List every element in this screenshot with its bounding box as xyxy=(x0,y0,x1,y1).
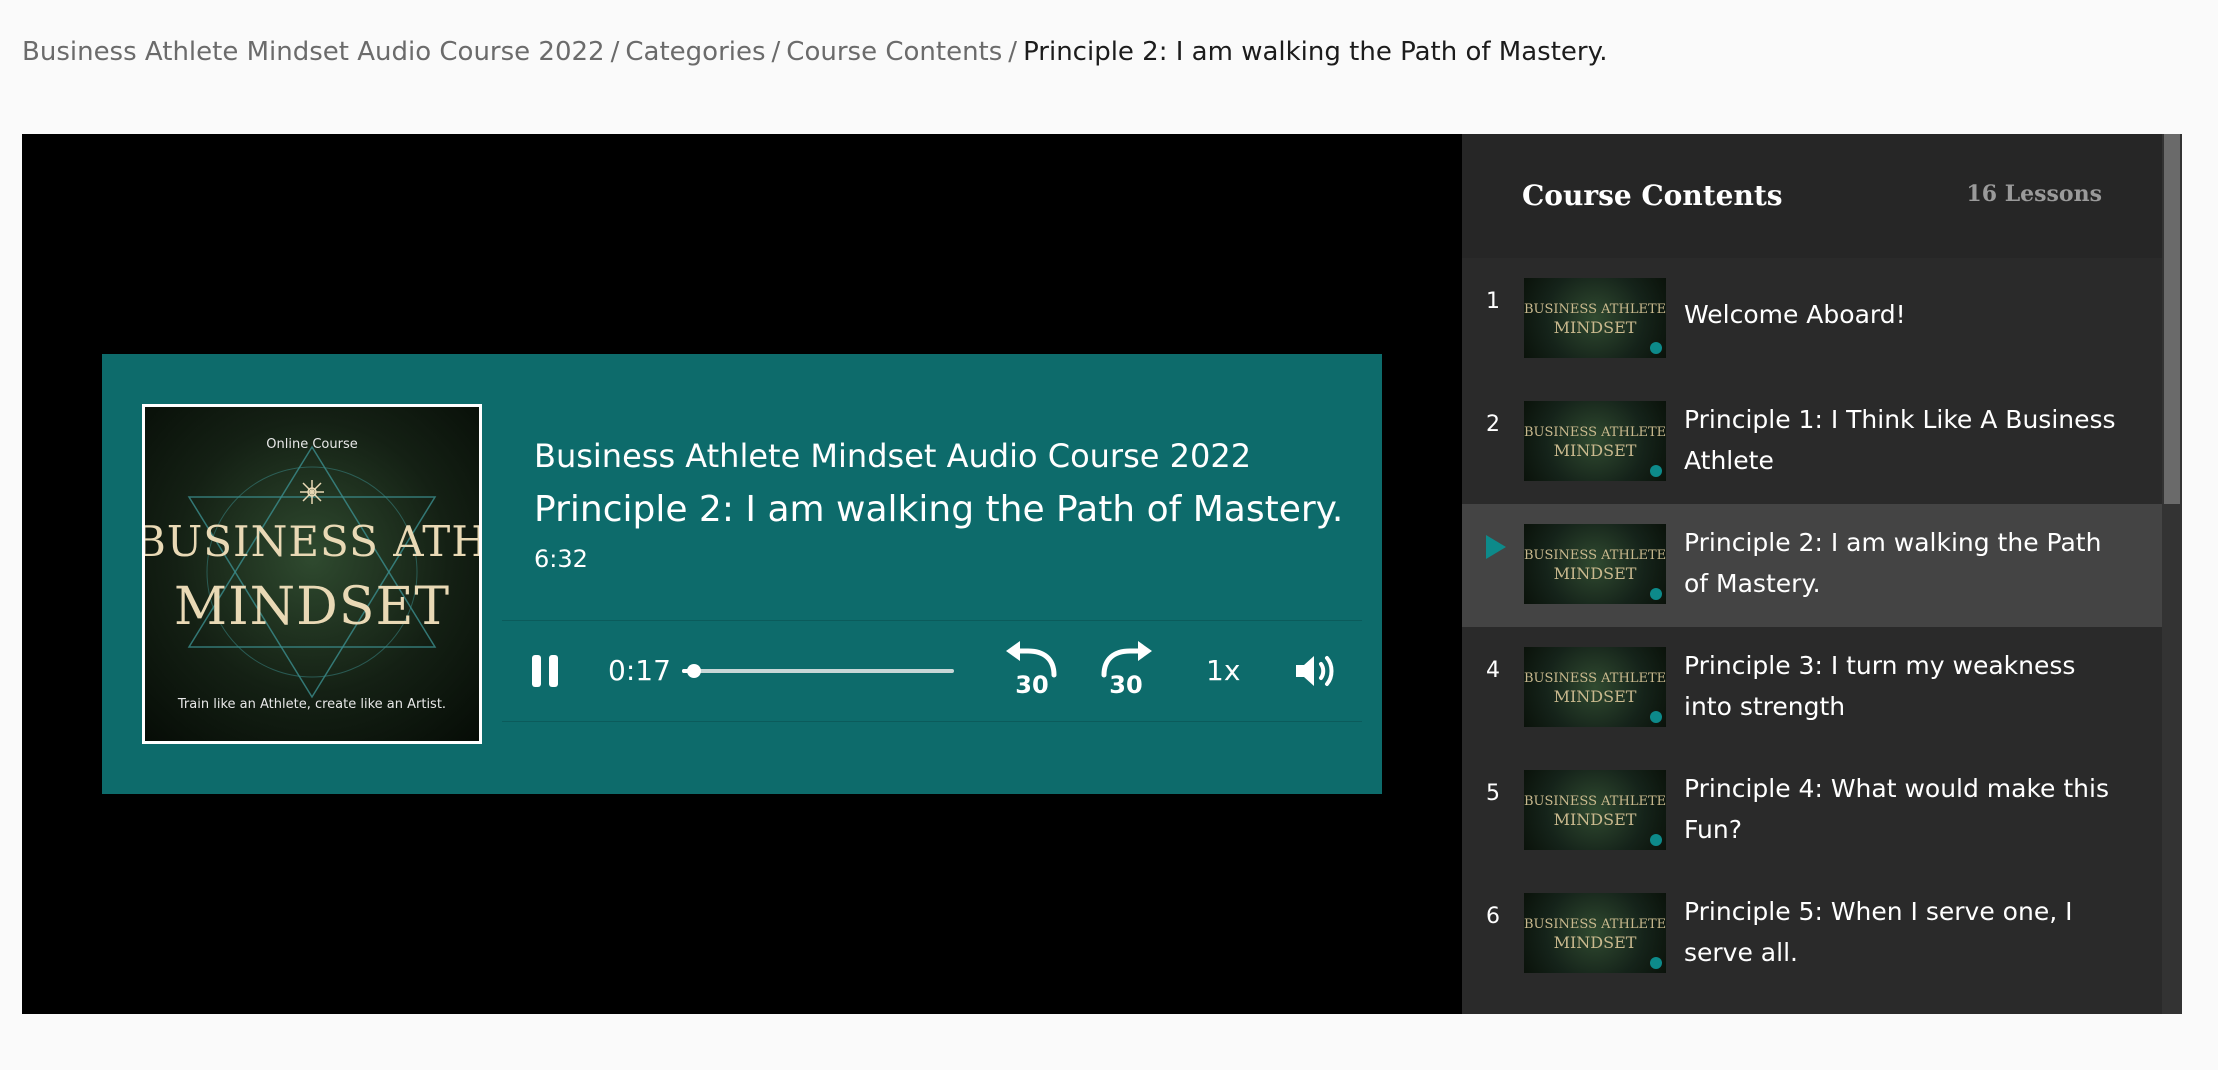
scrollbar-thumb[interactable] xyxy=(2164,134,2180,504)
lesson-thumbnail: BUSINESS ATHLETE MINDSET xyxy=(1524,524,1666,604)
track-meta: Business Athlete Mindset Audio Course 20… xyxy=(534,434,1354,576)
elapsed-time: 0:17 xyxy=(608,654,671,687)
sidebar-title: Course Contents xyxy=(1522,179,1783,212)
thumbnail-title-line2: MINDSET xyxy=(1553,933,1637,952)
player-stage: Online Course BUSINESS ATHLETE MINDSET T… xyxy=(22,134,1462,1014)
pause-button[interactable] xyxy=(532,655,558,687)
thumbnail-title-line2: MINDSET xyxy=(1553,441,1637,460)
lesson-thumbnail: BUSINESS ATHLETE MINDSET xyxy=(1524,647,1666,727)
lesson-number: 4 xyxy=(1486,658,1500,683)
thumbnail-badge-icon xyxy=(1650,342,1662,354)
rewind-30-button[interactable]: 30 xyxy=(1002,639,1062,703)
pause-icon xyxy=(549,655,558,687)
breadcrumb-separator: / xyxy=(610,37,620,67)
lesson-list: 1 BUSINESS ATHLETE MINDSET Welcome Aboar… xyxy=(1462,258,2162,996)
course-name: Business Athlete Mindset Audio Course 20… xyxy=(534,437,1252,475)
cover-title-line1: BUSINESS ATHLETE xyxy=(142,517,482,566)
lesson-number: 1 xyxy=(1486,289,1500,314)
lesson-item-2[interactable]: 2 BUSINESS ATHLETE MINDSET Principle 1: … xyxy=(1462,381,2162,504)
thumbnail-badge-icon xyxy=(1650,834,1662,846)
thumbnail-title-line1: BUSINESS ATHLETE xyxy=(1524,794,1666,809)
lesson-name: Principle 2: I am walking the Path of Ma… xyxy=(534,489,1344,530)
volume-button[interactable] xyxy=(1294,651,1340,691)
thumbnail-badge-icon xyxy=(1650,957,1662,969)
lesson-number: 2 xyxy=(1486,412,1500,437)
rewind-seconds: 30 xyxy=(1015,671,1049,699)
sidebar-scrollbar[interactable] xyxy=(2162,134,2182,1014)
thumbnail-title-line2: MINDSET xyxy=(1553,687,1637,706)
audio-player-card: Online Course BUSINESS ATHLETE MINDSET T… xyxy=(102,354,1382,794)
pause-icon xyxy=(532,655,541,687)
breadcrumb: Business Athlete Mindset Audio Course 20… xyxy=(22,34,1608,70)
lesson-item-3[interactable]: BUSINESS ATHLETE MINDSET Principle 2: I … xyxy=(1462,504,2162,627)
player-controls: 0:17 30 30 1x xyxy=(502,620,1362,722)
thumbnail-title-line1: BUSINESS ATHLETE xyxy=(1524,917,1666,932)
progress-slider[interactable] xyxy=(682,664,954,678)
cover-tagline: Train like an Athlete, create like an Ar… xyxy=(177,697,447,712)
lesson-thumbnail: BUSINESS ATHLETE MINDSET xyxy=(1524,770,1666,850)
course-cover-art: Online Course BUSINESS ATHLETE MINDSET T… xyxy=(142,404,482,744)
thumbnail-badge-icon xyxy=(1650,465,1662,477)
lesson-thumbnail: BUSINESS ATHLETE MINDSET xyxy=(1524,278,1666,358)
lesson-title: Principle 5: When I serve one, I serve a… xyxy=(1684,897,2073,967)
lesson-number: 6 xyxy=(1486,904,1500,929)
cover-title-line2: MINDSET xyxy=(173,577,451,637)
lesson-item-6[interactable]: 6 BUSINESS ATHLETE MINDSET Principle 5: … xyxy=(1462,873,2162,996)
lesson-number: 5 xyxy=(1486,781,1500,806)
track-duration: 6:32 xyxy=(534,545,588,573)
breadcrumb-separator: / xyxy=(771,37,781,67)
cover-geometric-art xyxy=(187,445,437,699)
course-contents-sidebar: Course Contents 16 Lessons 1 BUSINESS AT… xyxy=(1462,134,2182,1014)
lesson-item-5[interactable]: 5 BUSINESS ATHLETE MINDSET Principle 4: … xyxy=(1462,750,2162,873)
breadcrumb-link-categories[interactable]: Categories xyxy=(625,37,765,67)
sidebar-header: Course Contents 16 Lessons xyxy=(1462,134,2162,258)
forward-seconds: 30 xyxy=(1109,671,1143,699)
lesson-thumbnail: BUSINESS ATHLETE MINDSET xyxy=(1524,401,1666,481)
lesson-item-4[interactable]: 4 BUSINESS ATHLETE MINDSET Principle 3: … xyxy=(1462,627,2162,750)
lesson-item-1[interactable]: 1 BUSINESS ATHLETE MINDSET Welcome Aboar… xyxy=(1462,258,2162,381)
course-player-frame: Online Course BUSINESS ATHLETE MINDSET T… xyxy=(22,134,2182,1014)
progress-thumb[interactable] xyxy=(686,664,701,678)
thumbnail-title-line1: BUSINESS ATHLETE xyxy=(1524,425,1666,440)
thumbnail-title-line2: MINDSET xyxy=(1553,564,1637,583)
lesson-title: Principle 4: What would make this Fun? xyxy=(1684,774,2109,844)
breadcrumb-link-course-contents[interactable]: Course Contents xyxy=(786,37,1002,67)
volume-icon xyxy=(1296,656,1334,686)
breadcrumb-link-course[interactable]: Business Athlete Mindset Audio Course 20… xyxy=(22,37,605,67)
forward-30-button[interactable]: 30 xyxy=(1096,639,1156,703)
cover-small-label: Online Course xyxy=(266,437,358,452)
thumbnail-title-line1: BUSINESS ATHLETE xyxy=(1524,671,1666,686)
thumbnail-badge-icon xyxy=(1650,711,1662,723)
breadcrumb-current: Principle 2: I am walking the Path of Ma… xyxy=(1023,37,1608,67)
playback-speed-button[interactable]: 1x xyxy=(1206,653,1240,689)
now-playing-icon xyxy=(1486,535,1506,559)
lesson-thumbnail: BUSINESS ATHLETE MINDSET xyxy=(1524,893,1666,973)
thumbnail-title-line2: MINDSET xyxy=(1553,810,1637,829)
lesson-title: Principle 3: I turn my weakness into str… xyxy=(1684,651,2076,721)
lesson-count: 16 Lessons xyxy=(1966,181,2102,207)
lesson-title: Welcome Aboard! xyxy=(1684,300,1906,329)
breadcrumb-separator: / xyxy=(1008,37,1018,67)
thumbnail-title-line1: BUSINESS ATHLETE xyxy=(1524,302,1666,317)
thumbnail-title-line1: BUSINESS ATHLETE xyxy=(1524,548,1666,563)
lesson-title: Principle 1: I Think Like A Business Ath… xyxy=(1684,405,2116,475)
thumbnail-title-line2: MINDSET xyxy=(1553,318,1637,337)
lesson-title: Principle 2: I am walking the Path of Ma… xyxy=(1684,528,2102,598)
thumbnail-badge-icon xyxy=(1650,588,1662,600)
